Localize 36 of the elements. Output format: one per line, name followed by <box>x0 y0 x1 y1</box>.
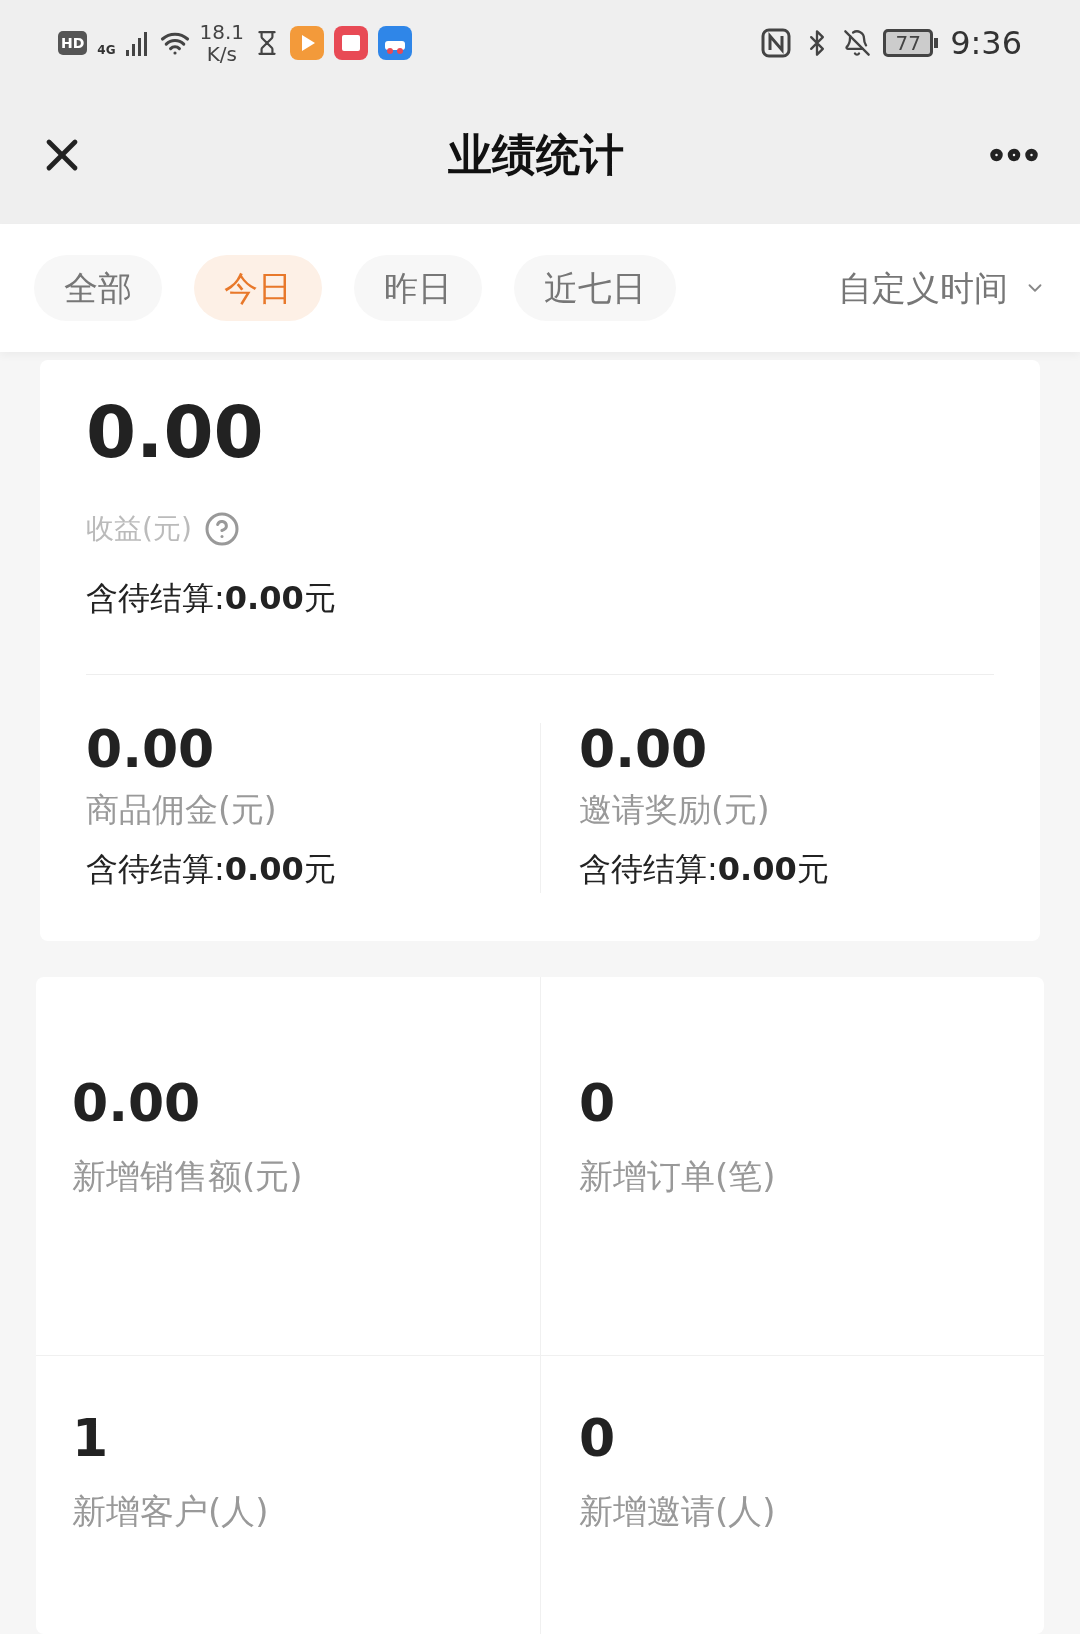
nfc-icon <box>761 28 792 58</box>
commission-value: 0.00 <box>86 723 216 775</box>
car-app-icon <box>378 26 413 60</box>
speed-text: 18.1 <box>199 21 245 43</box>
page-title: 业绩统计 <box>448 128 624 182</box>
filter-tab[interactable]: 今日 <box>194 255 322 321</box>
signal-icon <box>125 30 150 56</box>
book-app-icon <box>334 26 369 60</box>
filter-tab[interactable]: 近七日 <box>514 255 676 321</box>
speed-unit-text: K/s <box>206 43 237 65</box>
network-type-text: 4G <box>97 42 116 59</box>
app-icon <box>290 26 325 60</box>
stat-label: 新增客户(人) <box>72 1489 270 1533</box>
earnings-value: 0.00 <box>86 396 265 468</box>
commission-label: 邀请奖励(元) <box>579 789 771 831</box>
stat-value: 0.00 <box>72 1076 202 1129</box>
stat-value: 1 <box>72 1411 110 1464</box>
hd-icon: HD <box>58 31 88 55</box>
commission-value: 0.00 <box>579 723 709 775</box>
stat-value: 0 <box>579 1076 617 1129</box>
custom-time-dropdown[interactable]: 自定义时间 <box>838 262 1046 314</box>
commission-label: 商品佣金(元) <box>86 789 278 831</box>
battery-icon: 77 <box>883 29 934 57</box>
stat-value: 0 <box>579 1411 617 1464</box>
filter-tab[interactable]: 全部 <box>34 255 162 321</box>
pending-settlement-text: 含待结算:0.00元 <box>86 848 337 890</box>
stat-label: 新增订单(笔) <box>579 1154 777 1198</box>
bell-off-icon <box>843 29 872 57</box>
stat-label: 新增销售额(元) <box>72 1154 304 1198</box>
help-icon[interactable] <box>203 511 240 547</box>
pending-settlement-text: 含待结算:0.00元 <box>579 848 830 890</box>
stat-label: 新增邀请(人) <box>579 1489 777 1533</box>
filter-tab[interactable]: 昨日 <box>354 255 482 321</box>
pending-settlement-text: 含待结算:0.00元 <box>86 578 337 619</box>
clock-text: 9:36 <box>950 23 1022 64</box>
earnings-label: 收益(元) <box>86 511 192 547</box>
